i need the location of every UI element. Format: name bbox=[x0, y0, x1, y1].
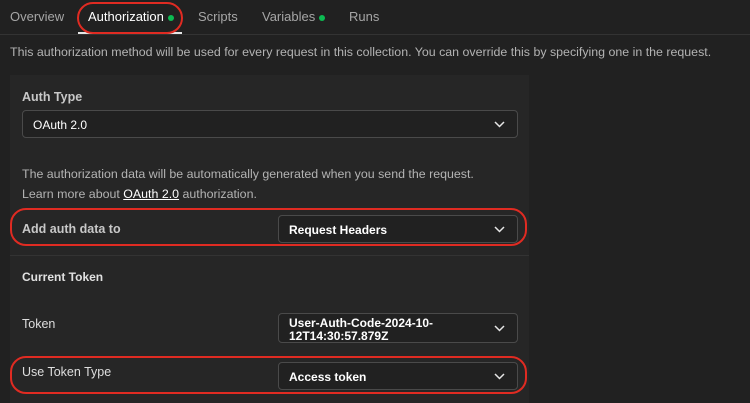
token-select[interactable]: User-Auth-Code-2024-10- 12T14:30:57.879Z bbox=[278, 313, 518, 343]
tab-scripts[interactable]: Scripts bbox=[198, 0, 238, 34]
current-token-heading: Current Token bbox=[22, 270, 104, 284]
chevron-down-icon bbox=[494, 325, 505, 332]
info-text-line1: The authorization data will be automatic… bbox=[22, 167, 474, 181]
add-auth-data-select[interactable]: Request Headers bbox=[278, 215, 518, 243]
add-auth-data-label: Add auth data to bbox=[22, 222, 121, 236]
chevron-down-icon bbox=[494, 373, 505, 380]
add-auth-data-value: Request Headers bbox=[289, 223, 388, 237]
tab-bar-divider bbox=[0, 34, 750, 35]
tab-bar: Overview Authorization Scripts Variables… bbox=[0, 0, 750, 35]
chevron-down-icon bbox=[494, 121, 505, 128]
oauth-docs-link[interactable]: OAuth 2.0 bbox=[123, 187, 179, 201]
tab-variables[interactable]: Variables bbox=[262, 0, 325, 34]
auth-type-label: Auth Type bbox=[22, 90, 83, 104]
token-type-value: Access token bbox=[289, 370, 367, 384]
info-text-line2: Learn more about OAuth 2.0 authorization… bbox=[22, 187, 257, 201]
status-dot-icon bbox=[168, 15, 174, 21]
auth-type-value: OAuth 2.0 bbox=[33, 118, 88, 132]
token-type-select[interactable]: Access token bbox=[278, 362, 518, 390]
section-divider bbox=[10, 255, 529, 256]
tab-runs[interactable]: Runs bbox=[349, 0, 379, 34]
auth-type-select[interactable]: OAuth 2.0 bbox=[22, 110, 518, 138]
token-value: User-Auth-Code-2024-10- 12T14:30:57.879Z bbox=[289, 316, 434, 343]
chevron-down-icon bbox=[494, 226, 505, 233]
tab-overview[interactable]: Overview bbox=[10, 0, 64, 34]
token-type-label: Use Token Type bbox=[22, 365, 112, 379]
authorization-description: This authorization method will be used f… bbox=[10, 45, 712, 59]
tab-authorization[interactable]: Authorization bbox=[88, 0, 174, 34]
token-label: Token bbox=[22, 317, 56, 331]
status-dot-icon bbox=[319, 15, 325, 21]
